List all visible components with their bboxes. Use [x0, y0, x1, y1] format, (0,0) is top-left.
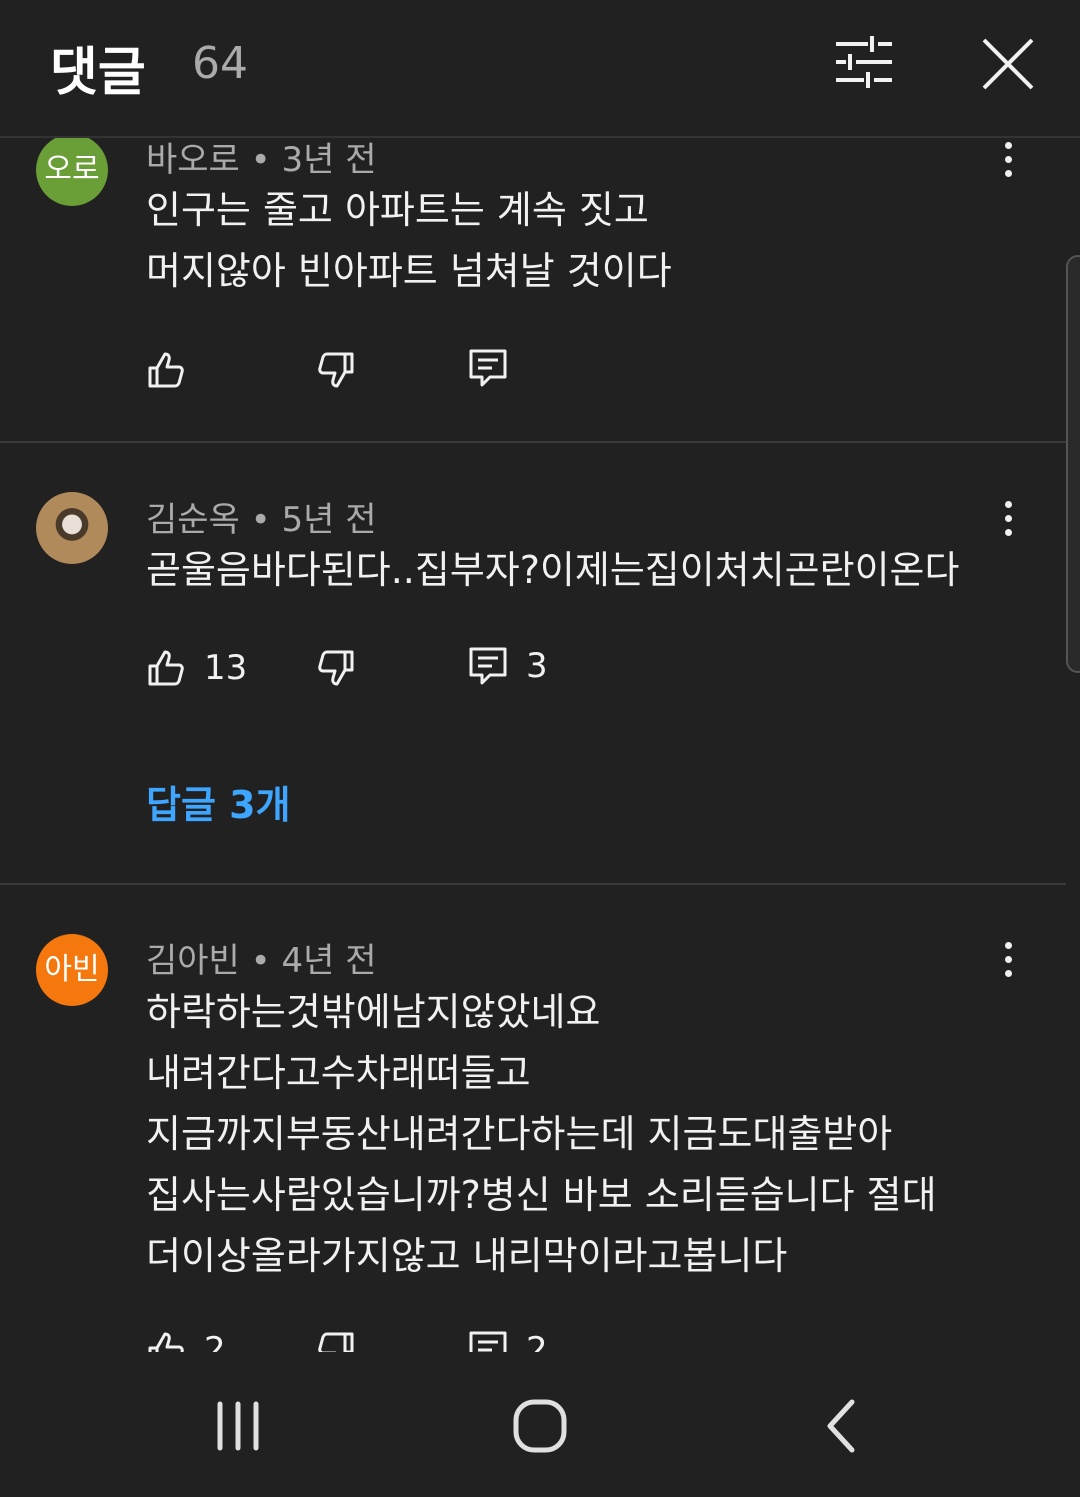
back-icon[interactable] [812, 1396, 872, 1456]
comments-title: 댓글 [50, 43, 146, 103]
thumbs-down-icon [318, 352, 354, 388]
system-nav-bar [0, 1352, 1080, 1497]
scrollbar[interactable] [1066, 255, 1080, 673]
comment-line: 더이상올라가지않고 내리막이라고봅니다 [146, 1234, 788, 1278]
comment-line: 내려간다고수차래떠들고 [146, 1051, 531, 1095]
avatar[interactable]: 오로 [36, 134, 108, 206]
more-vert-icon[interactable] [996, 497, 1020, 541]
comment-author[interactable]: 바오로 [146, 140, 240, 180]
comment-line: 인구는 줄고 아파트는 계속 짓고 [146, 188, 649, 232]
comment-line: 지금까지부동산내려간다하는데 지금도대출받아 [146, 1112, 893, 1156]
comment-meta: 김순옥 • 5년 전 [146, 492, 377, 541]
comment-text: 곧울음바다된다..집부자?이제는집이처치곤란이온다 [146, 540, 959, 601]
comment-meta: 김아빈 • 4년 전 [146, 933, 377, 982]
view-replies-link[interactable]: 답글 3개 [146, 774, 291, 829]
more-vert-icon[interactable] [996, 138, 1020, 182]
comments-header: 댓글 64 [0, 0, 1080, 138]
divider [0, 883, 1066, 885]
thumbs-up-icon [148, 650, 184, 686]
filter-sliders-icon[interactable] [834, 36, 894, 88]
comment-line: 집사는사람있습니까?병신 바보 소리듣습니다 절대 [146, 1173, 937, 1217]
comment-author[interactable]: 김아빈 [146, 941, 240, 981]
like-button[interactable]: 13 [146, 648, 247, 688]
divider [0, 441, 1066, 443]
reply-icon [469, 647, 507, 685]
like-button[interactable] [146, 350, 186, 390]
home-icon[interactable] [510, 1396, 570, 1456]
more-vert-icon[interactable] [996, 938, 1020, 982]
dislike-button[interactable] [316, 350, 356, 390]
thumbs-up-icon [148, 352, 184, 388]
comment-time: 5년 전 [281, 500, 377, 540]
meta-separator: • [239, 941, 282, 981]
comments-count: 64 [192, 38, 248, 89]
meta-separator: • [239, 500, 282, 540]
comment-time: 3년 전 [281, 140, 377, 180]
comment-line: 하락하는것밖에남지않았네요 [146, 990, 601, 1034]
comment-time: 4년 전 [281, 941, 377, 981]
like-count: 13 [204, 648, 248, 688]
comment-text: 하락하는것밖에남지않았네요 내려간다고수차래떠들고 지금까지부동산내려간다하는데… [146, 982, 937, 1287]
meta-separator: • [239, 140, 282, 180]
comment-line: 곧울음바다된다..집부자?이제는집이처치곤란이온다 [146, 548, 960, 592]
comment-author[interactable]: 김순옥 [146, 500, 240, 540]
avatar[interactable]: 아빈 [36, 934, 108, 1006]
avatar[interactable] [36, 492, 108, 564]
comment-meta: 바오로 • 3년 전 [146, 132, 377, 181]
reply-button[interactable] [468, 348, 508, 388]
reply-button[interactable]: 3 [468, 646, 548, 686]
dislike-button[interactable] [316, 648, 356, 688]
thumbs-down-icon [318, 650, 354, 686]
comment-text: 인구는 줄고 아파트는 계속 짓고 머지않아 빈아파트 넘쳐날 것이다 [146, 180, 672, 302]
reply-icon [469, 349, 507, 387]
comment-line: 머지않아 빈아파트 넘쳐날 것이다 [146, 249, 672, 293]
reply-count: 3 [526, 646, 548, 686]
recent-apps-icon[interactable] [208, 1396, 268, 1456]
close-icon[interactable] [980, 36, 1036, 92]
